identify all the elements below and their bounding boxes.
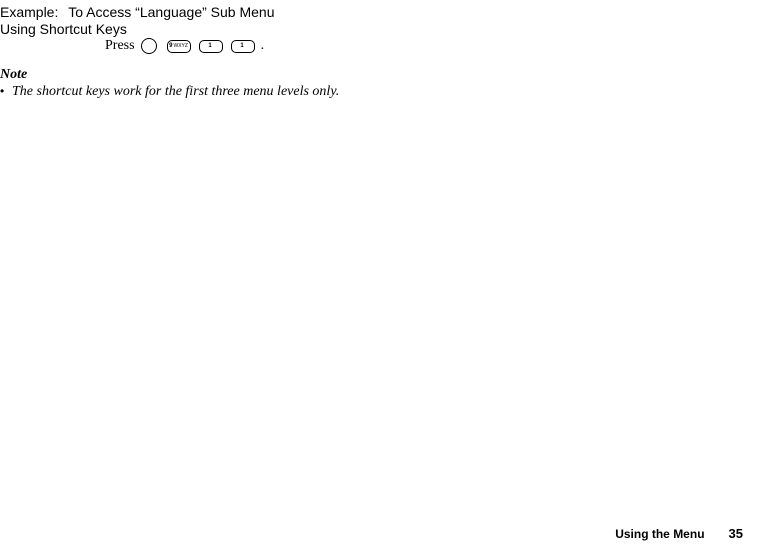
footer-page-number: 35	[729, 526, 743, 541]
note-block: Note • The shortcut keys work for the fi…	[0, 66, 400, 100]
key-main: 1	[208, 43, 211, 49]
key-1-icon: 1	[231, 40, 255, 53]
example-label: Example:	[0, 4, 58, 20]
note-text: The shortcut keys work for the first thr…	[12, 83, 339, 100]
press-row: Press 9WXYZ 1 1 .	[105, 38, 264, 54]
key-main: 9	[169, 43, 172, 49]
footer: Using the Menu 35	[615, 526, 743, 541]
key-1-icon: 1	[199, 40, 223, 53]
page: Example: To Access “Language” Sub Menu U…	[0, 0, 783, 551]
footer-section: Using the Menu	[615, 527, 704, 541]
header-line: Example: To Access “Language” Sub Menu	[0, 4, 275, 21]
key-main: 1	[240, 43, 243, 49]
subtitle-line: Using Shortcut Keys	[0, 21, 127, 38]
key-sub: WXYZ	[174, 43, 188, 49]
key-9-icon: 9WXYZ	[167, 40, 191, 53]
note-item: • The shortcut keys work for the first t…	[0, 83, 400, 100]
press-text: Press	[105, 38, 135, 54]
example-title: To Access “Language” Sub Menu	[68, 4, 274, 20]
bullet-icon: •	[0, 83, 10, 100]
note-heading: Note	[0, 66, 400, 83]
menu-button-icon	[141, 38, 157, 54]
press-period: .	[261, 38, 265, 54]
